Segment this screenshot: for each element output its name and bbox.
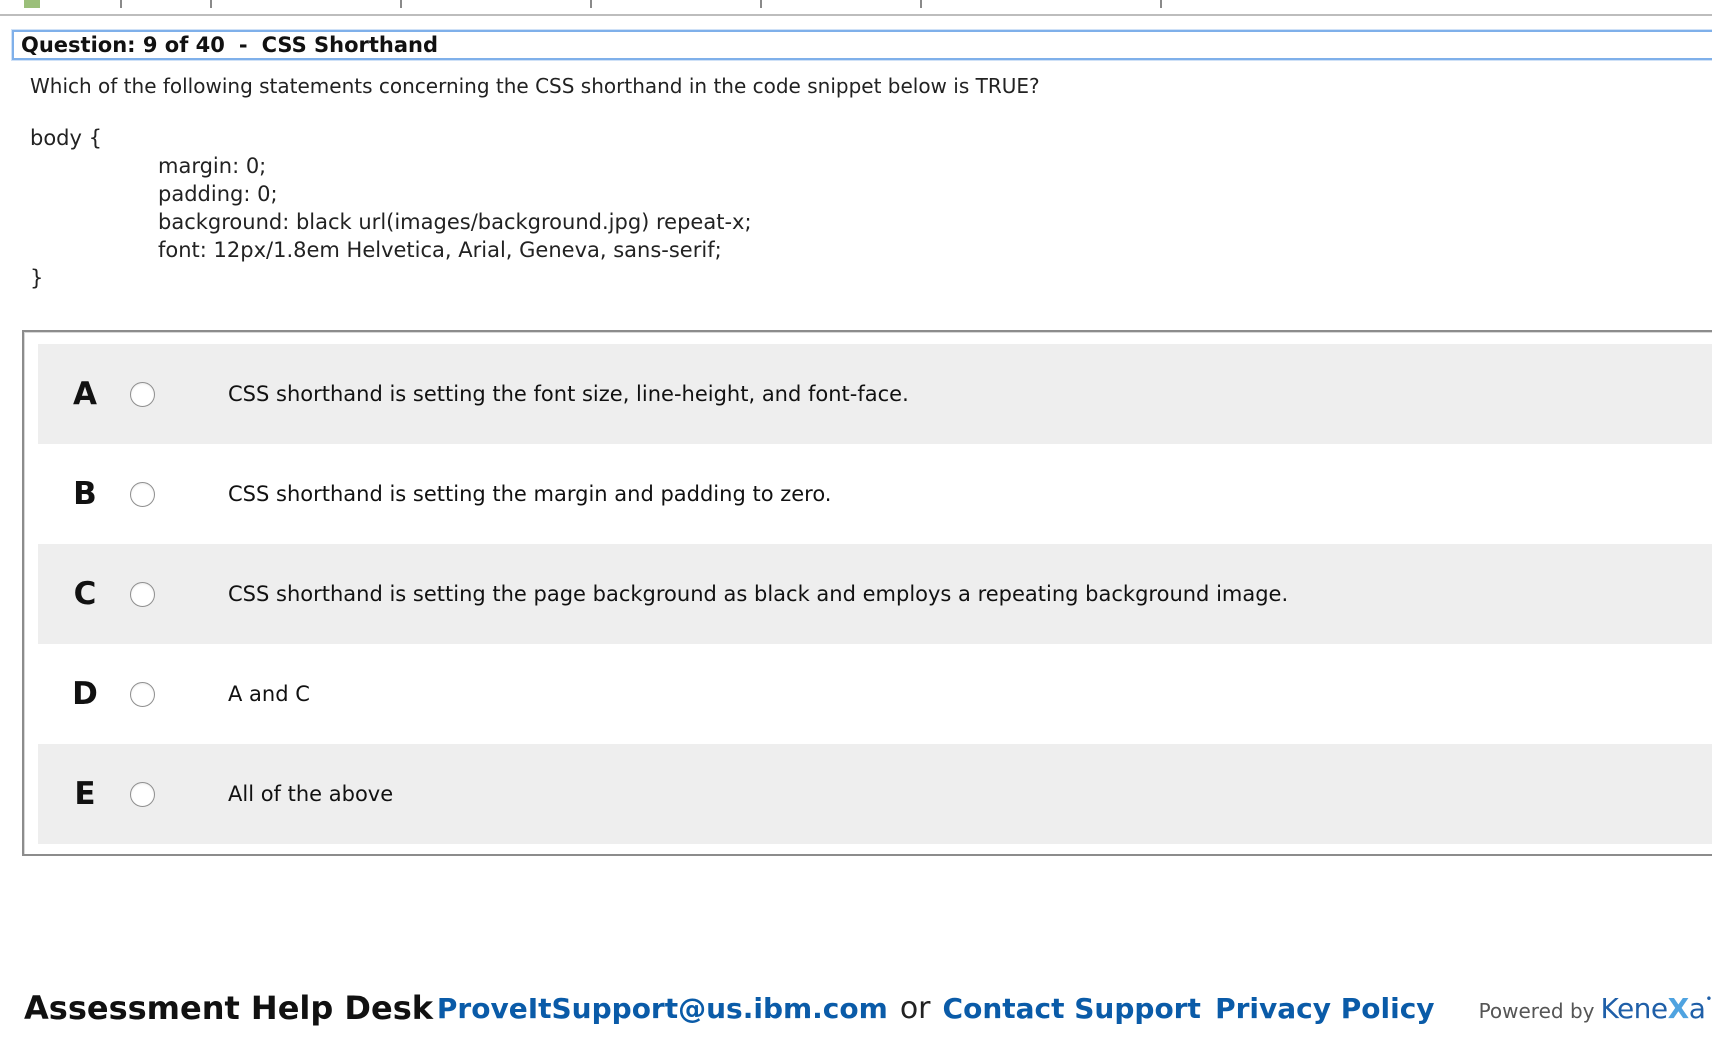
- toolbar-fragment: [1160, 0, 1162, 8]
- answer-text: A and C: [228, 682, 310, 706]
- contact-support-link[interactable]: Contact Support: [943, 992, 1201, 1025]
- answer-option-d[interactable]: D A and C: [38, 644, 1712, 744]
- question-topic: CSS Shorthand: [261, 33, 439, 57]
- code-open-line: body {: [30, 126, 102, 150]
- or-label: or: [899, 990, 931, 1026]
- answer-option-e[interactable]: E All of the above: [38, 744, 1712, 844]
- answer-letter: B: [73, 476, 97, 512]
- answer-letter: E: [74, 776, 96, 812]
- question-text: Which of the following statements concer…: [30, 74, 1040, 98]
- code-line: margin: 0;: [158, 154, 267, 178]
- answer-text: CSS shorthand is setting the font size, …: [228, 382, 909, 406]
- brand-mark-icon: •: [1705, 991, 1712, 1006]
- toolbar-fragment: [590, 0, 592, 8]
- answer-radio-a[interactable]: [130, 381, 155, 407]
- answer-option-b[interactable]: B CSS shorthand is setting the margin an…: [38, 444, 1712, 544]
- answer-text: CSS shorthand is setting the page backgr…: [228, 582, 1289, 606]
- toolbar-fragment: [400, 0, 402, 8]
- toolbar-fragment: [760, 0, 762, 8]
- question-counter: Question: 9 of 40: [21, 33, 225, 57]
- code-body: margin: 0; padding: 0; background: black…: [30, 152, 752, 264]
- toolbar-fragment: [210, 0, 212, 8]
- code-snippet: body { margin: 0; padding: 0; background…: [30, 124, 752, 292]
- answer-option-a[interactable]: A CSS shorthand is setting the font size…: [38, 344, 1712, 444]
- answer-radio-e[interactable]: [130, 781, 155, 807]
- powered-by: Powered by KeneXa•: [1479, 992, 1712, 1025]
- help-desk-label: Assessment Help Desk: [24, 989, 434, 1027]
- answer-radio-b[interactable]: [130, 481, 155, 507]
- kenexa-logo: KeneXa•: [1600, 992, 1712, 1025]
- answer-text: All of the above: [228, 782, 394, 806]
- answer-text: CSS shorthand is setting the margin and …: [228, 482, 832, 506]
- toolbar-fragment: [920, 0, 922, 8]
- code-line: font: 12px/1.8em Helvetica, Arial, Genev…: [158, 238, 722, 262]
- answer-options: A CSS shorthand is setting the font size…: [22, 330, 1712, 856]
- code-line: padding: 0;: [158, 182, 278, 206]
- answer-radio-d[interactable]: [130, 681, 155, 707]
- brand-main: Kene: [1600, 991, 1668, 1025]
- footer: Assessment Help Desk ProveItSupport@us.i…: [24, 984, 1712, 1032]
- code-close-line: }: [30, 266, 44, 290]
- answer-letter: C: [73, 576, 97, 612]
- brand-accent: X: [1667, 991, 1690, 1025]
- support-email-link[interactable]: ProveItSupport@us.ibm.com: [437, 992, 888, 1025]
- question-header: Question: 9 of 40 - CSS Shorthand: [12, 30, 1712, 60]
- toolbar-fragment: [120, 0, 122, 8]
- answer-letter: D: [72, 676, 98, 712]
- question-separator: -: [238, 33, 248, 57]
- code-line: background: black url(images/background.…: [158, 210, 752, 234]
- privacy-policy-link[interactable]: Privacy Policy: [1215, 992, 1434, 1025]
- answer-option-c[interactable]: C CSS shorthand is setting the page back…: [38, 544, 1712, 644]
- toolbar-fragment: [24, 0, 40, 8]
- powered-by-label: Powered by: [1478, 998, 1595, 1023]
- answer-radio-c[interactable]: [130, 581, 155, 607]
- top-toolbar-strip: [0, 0, 1712, 16]
- brand-tail: a: [1688, 991, 1706, 1025]
- answer-letter: A: [73, 376, 97, 412]
